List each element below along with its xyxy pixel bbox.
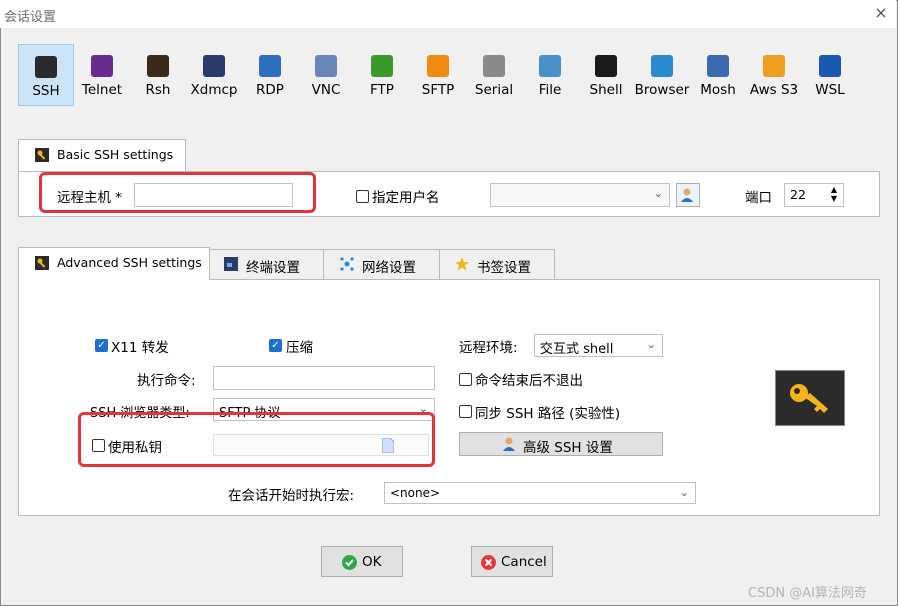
cancel-label: Cancel bbox=[501, 554, 547, 570]
exec-command-input[interactable] bbox=[213, 366, 435, 390]
specify-user-checkbox[interactable] bbox=[356, 190, 369, 203]
chevron-down-icon: ⌄ bbox=[679, 486, 689, 499]
port-spinner-icon[interactable]: ▲ ▼ bbox=[831, 185, 837, 203]
browser-icon bbox=[651, 55, 673, 77]
network-icon bbox=[340, 257, 354, 271]
exec-command-label: 执行命令: bbox=[137, 373, 196, 389]
watermark: CSDN @AI算法网奇 bbox=[748, 586, 867, 601]
x11-forwarding-checkbox[interactable]: ✓ bbox=[95, 339, 108, 352]
file-icon bbox=[539, 55, 561, 77]
tab-network-settings[interactable]: 网络设置 bbox=[323, 249, 440, 280]
ok-button[interactable]: OK bbox=[321, 546, 403, 577]
x11-forwarding-label: X11 转发 bbox=[111, 340, 169, 356]
active-tab-joiner bbox=[19, 278, 209, 281]
remote-env-value: 交互式 shell bbox=[540, 342, 614, 357]
star-icon bbox=[455, 257, 469, 271]
tab-label: Advanced SSH settings bbox=[57, 255, 202, 270]
advanced-settings-panel bbox=[18, 279, 880, 516]
port-input[interactable]: 22 ▲ ▼ bbox=[784, 183, 844, 207]
ftp-icon bbox=[371, 55, 393, 77]
rdp-icon bbox=[259, 55, 281, 77]
telnet-icon bbox=[91, 55, 113, 77]
serial-icon bbox=[483, 55, 505, 77]
sync-path-checkbox[interactable] bbox=[459, 405, 472, 418]
ok-label: OK bbox=[362, 554, 382, 570]
expert-ssh-settings-label: 高级 SSH 设置 bbox=[523, 440, 613, 456]
specify-user-label: 指定用户名 bbox=[372, 190, 440, 206]
cancel-button[interactable]: Cancel bbox=[471, 546, 553, 577]
key-icon bbox=[790, 384, 828, 413]
tab-advanced-ssh-settings[interactable]: Advanced SSH settings bbox=[18, 247, 210, 280]
xdmcp-icon bbox=[203, 55, 225, 77]
port-label: 端口 bbox=[745, 190, 772, 206]
no-exit-checkbox[interactable] bbox=[459, 373, 472, 386]
protocol-label: WSL bbox=[815, 82, 845, 98]
tab-bookmark-settings[interactable]: 书签设置 bbox=[439, 249, 555, 280]
cancel-circle-icon bbox=[481, 555, 496, 570]
tab-basic-ssh-settings[interactable]: Basic SSH settings bbox=[18, 139, 186, 172]
chevron-down-icon: ⌄ bbox=[646, 338, 656, 351]
sftp-icon bbox=[427, 55, 449, 77]
tab-terminal-settings[interactable]: 终端设置 bbox=[209, 249, 324, 280]
chevron-down-icon: ⌄ bbox=[653, 187, 663, 200]
user-icon bbox=[681, 188, 693, 202]
username-combobox[interactable]: ⌄ bbox=[490, 183, 670, 207]
expert-ssh-settings-button[interactable]: 高级 SSH 设置 bbox=[459, 432, 663, 456]
macro-value: <none> bbox=[390, 486, 441, 500]
tab-label: 网络设置 bbox=[362, 260, 416, 276]
tab-label: Basic SSH settings bbox=[57, 147, 174, 162]
key-icon bbox=[35, 148, 49, 162]
remote-env-select[interactable]: 交互式 shell ⌄ bbox=[534, 334, 663, 357]
highlight-private-key bbox=[78, 412, 435, 467]
no-exit-label: 命令结束后不退出 bbox=[475, 373, 583, 389]
ssh-key-image bbox=[775, 370, 845, 426]
compression-label: 压缩 bbox=[286, 340, 313, 356]
key-icon bbox=[35, 256, 49, 270]
close-icon[interactable]: × bbox=[872, 4, 890, 22]
shell-icon bbox=[595, 55, 617, 77]
port-value: 22 bbox=[790, 187, 806, 202]
macro-select[interactable]: <none> ⌄ bbox=[384, 482, 696, 504]
remote-env-label: 远程环境: bbox=[459, 340, 518, 356]
wsl-icon bbox=[819, 55, 841, 77]
protocol-wsl-button[interactable]: WSL bbox=[802, 44, 858, 106]
window-title: 会话设置 bbox=[4, 10, 57, 25]
user-icon bbox=[503, 437, 515, 451]
user-manager-button[interactable] bbox=[676, 183, 700, 207]
terminal-icon bbox=[224, 257, 238, 271]
highlight-remote-host bbox=[39, 172, 316, 213]
check-circle-icon bbox=[342, 555, 357, 570]
sync-path-label: 同步 SSH 路径 (实验性) bbox=[475, 406, 621, 422]
macro-label: 在会话开始时执行宏: bbox=[228, 488, 355, 504]
vnc-icon bbox=[315, 55, 337, 77]
tab-label: 书签设置 bbox=[477, 260, 531, 276]
tab-label: 终端设置 bbox=[246, 260, 300, 276]
rsh-icon bbox=[147, 55, 169, 77]
mosh-icon bbox=[707, 55, 729, 77]
ssh-key-icon bbox=[35, 56, 57, 78]
compression-checkbox[interactable]: ✓ bbox=[269, 339, 282, 352]
aws-s3-icon bbox=[763, 55, 785, 77]
title-bar: 会话设置 × bbox=[0, 0, 896, 28]
